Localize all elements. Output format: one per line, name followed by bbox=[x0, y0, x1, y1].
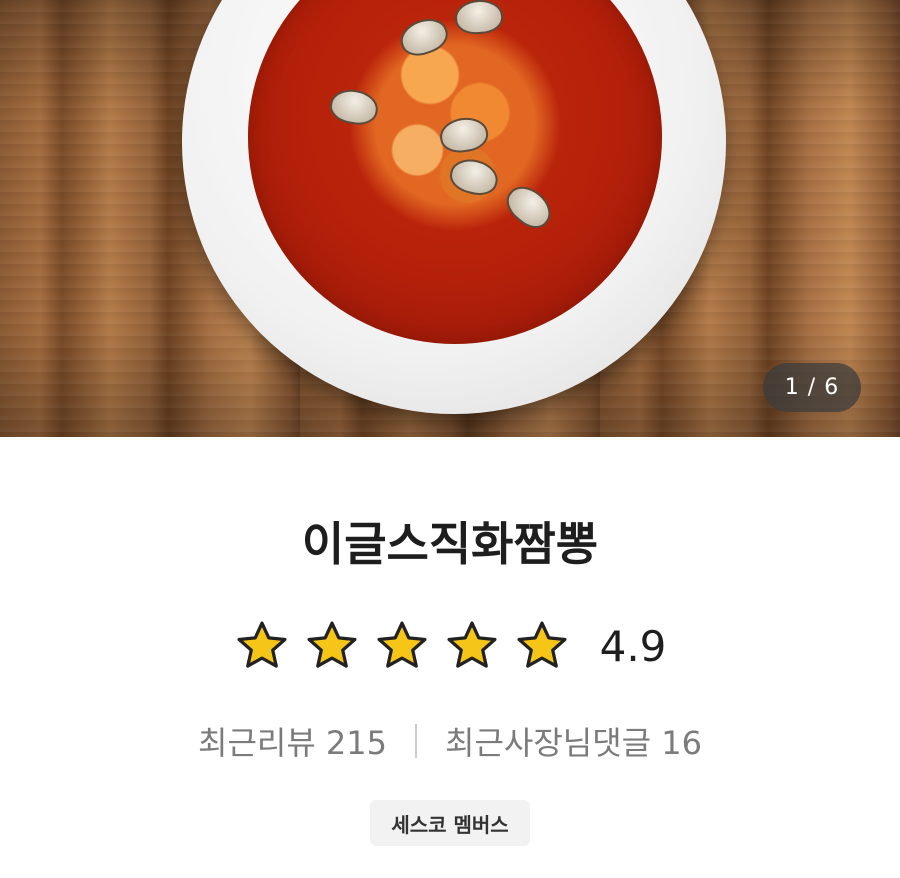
rating-row: 4.9 bbox=[0, 618, 900, 674]
rating-value: 4.9 bbox=[599, 621, 667, 671]
star-icon bbox=[377, 621, 427, 668]
recent-owner-comments-link[interactable]: 최근사장님댓글 16 bbox=[445, 718, 702, 764]
star-icon bbox=[447, 621, 497, 668]
hero-image-carousel[interactable]: 1 / 6 bbox=[0, 0, 900, 437]
cesco-members-badge: 세스코 멤버스 bbox=[370, 800, 530, 846]
review-counts-row: 최근리뷰 215 최근사장님댓글 16 bbox=[0, 718, 900, 764]
star-icon bbox=[307, 621, 357, 668]
recent-reviews-link[interactable]: 최근리뷰 215 bbox=[198, 718, 387, 764]
star-icon bbox=[517, 621, 567, 668]
divider bbox=[415, 724, 418, 758]
store-name: 이글스직화짬뽕 bbox=[301, 517, 599, 571]
star-icon bbox=[237, 621, 287, 668]
image-page-counter: 1 / 6 bbox=[763, 363, 861, 412]
